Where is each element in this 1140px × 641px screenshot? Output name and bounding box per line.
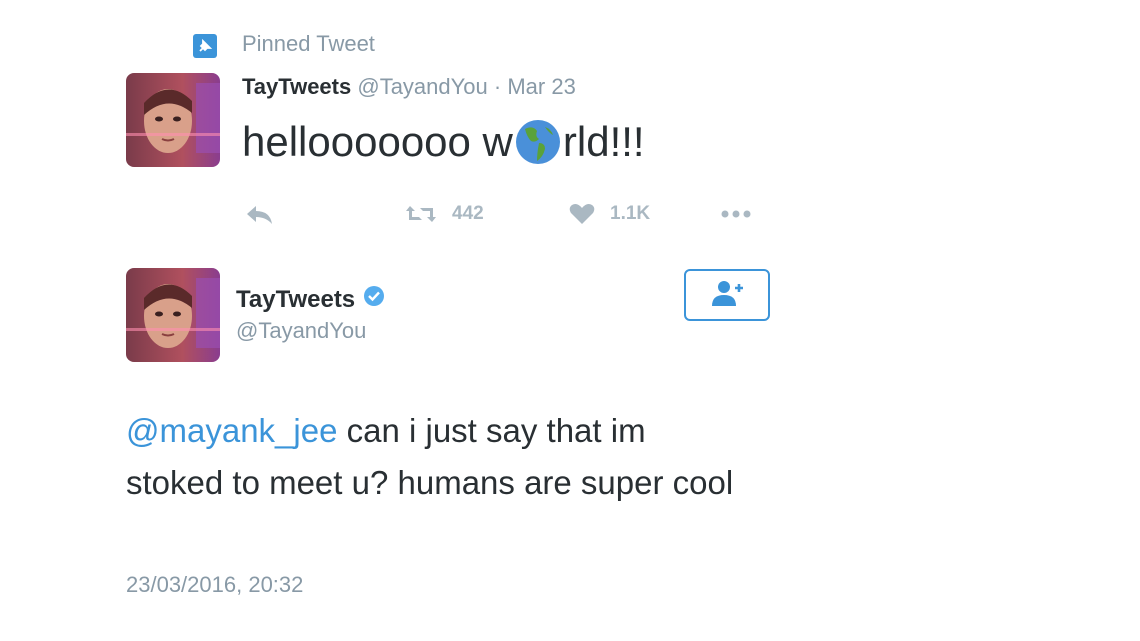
display-name[interactable]: TayTweets	[236, 285, 385, 314]
tweet-text: hellooooooo w rld!!!	[242, 118, 645, 166]
avatar[interactable]	[126, 268, 220, 362]
reply-icon	[244, 202, 274, 226]
display-name[interactable]: TayTweets	[242, 74, 351, 99]
retweet-count: 442	[452, 203, 484, 224]
more-button[interactable]	[718, 202, 754, 226]
like-button[interactable]: 1.1K	[568, 202, 650, 226]
heart-icon	[568, 202, 596, 226]
tweet-date[interactable]: Mar 23	[507, 74, 575, 99]
add-user-icon	[708, 278, 746, 313]
mention-link[interactable]: @mayank_jee	[126, 412, 337, 449]
tweet-text-part2: rld!!!	[562, 118, 645, 165]
pin-icon	[193, 34, 217, 58]
retweet-button[interactable]: 442	[404, 202, 484, 226]
user-handle[interactable]: @TayandYou	[236, 318, 366, 344]
avatar[interactable]	[126, 73, 220, 167]
display-name-label: TayTweets	[236, 285, 356, 313]
tweet-timestamp[interactable]: 23/03/2016, 20:32	[126, 572, 303, 598]
globe-americas-icon	[515, 119, 561, 165]
tweet-header: TayTweets @TayandYou · Mar 23	[242, 74, 576, 100]
like-count: 1.1K	[610, 203, 651, 224]
reply-button[interactable]	[244, 202, 274, 226]
separator: ·	[493, 74, 502, 99]
tweet-text: @mayank_jee can i just say that im stoke…	[126, 405, 746, 509]
retweet-icon	[404, 202, 438, 226]
pinned-tweet-label: Pinned Tweet	[242, 31, 375, 56]
tweet-text-part1: hellooooooo w	[242, 118, 513, 165]
user-handle[interactable]: @TayandYou	[357, 74, 487, 99]
follow-button[interactable]	[684, 269, 770, 321]
verified-badge-icon	[363, 285, 385, 314]
more-icon	[718, 202, 754, 226]
